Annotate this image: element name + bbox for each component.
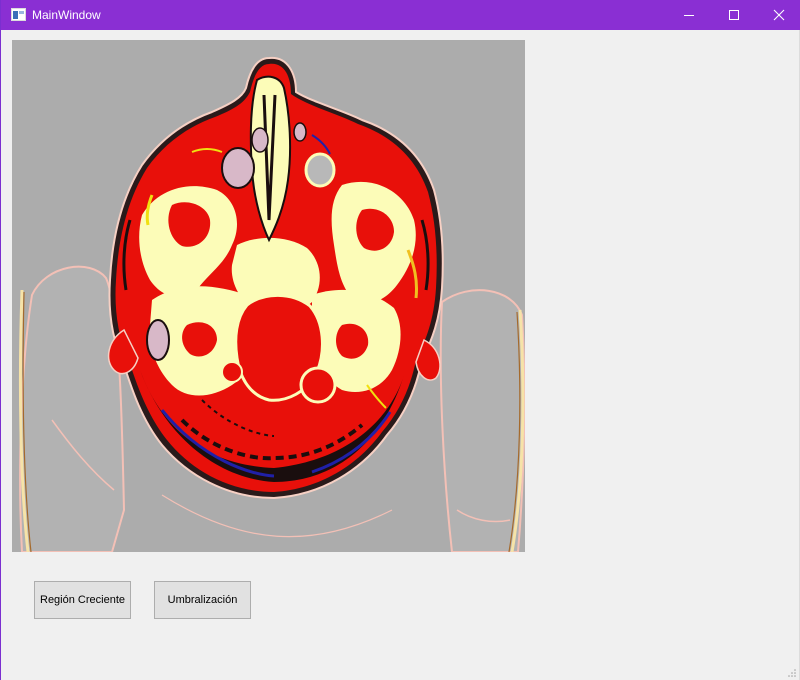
maximize-button[interactable] [711, 0, 757, 30]
window-title: MainWindow [32, 8, 101, 22]
left-support-pad [18, 265, 126, 552]
app-icon [11, 8, 26, 21]
title-bar[interactable]: MainWindow [1, 0, 800, 30]
resize-grip-icon[interactable] [787, 668, 797, 678]
right-support-pad [439, 289, 525, 552]
thresholding-button[interactable]: Umbralización [154, 581, 251, 619]
close-button[interactable] [756, 0, 800, 30]
maximize-icon [729, 10, 739, 20]
image-viewer[interactable] [12, 40, 525, 552]
minimize-button[interactable] [666, 0, 712, 30]
minimize-icon [684, 15, 694, 16]
main-window: MainWindow Región Creciente Umbralizació… [0, 0, 800, 680]
close-icon [773, 9, 785, 21]
head-scan-image [12, 40, 525, 552]
region-growing-button[interactable]: Región Creciente [34, 581, 131, 619]
